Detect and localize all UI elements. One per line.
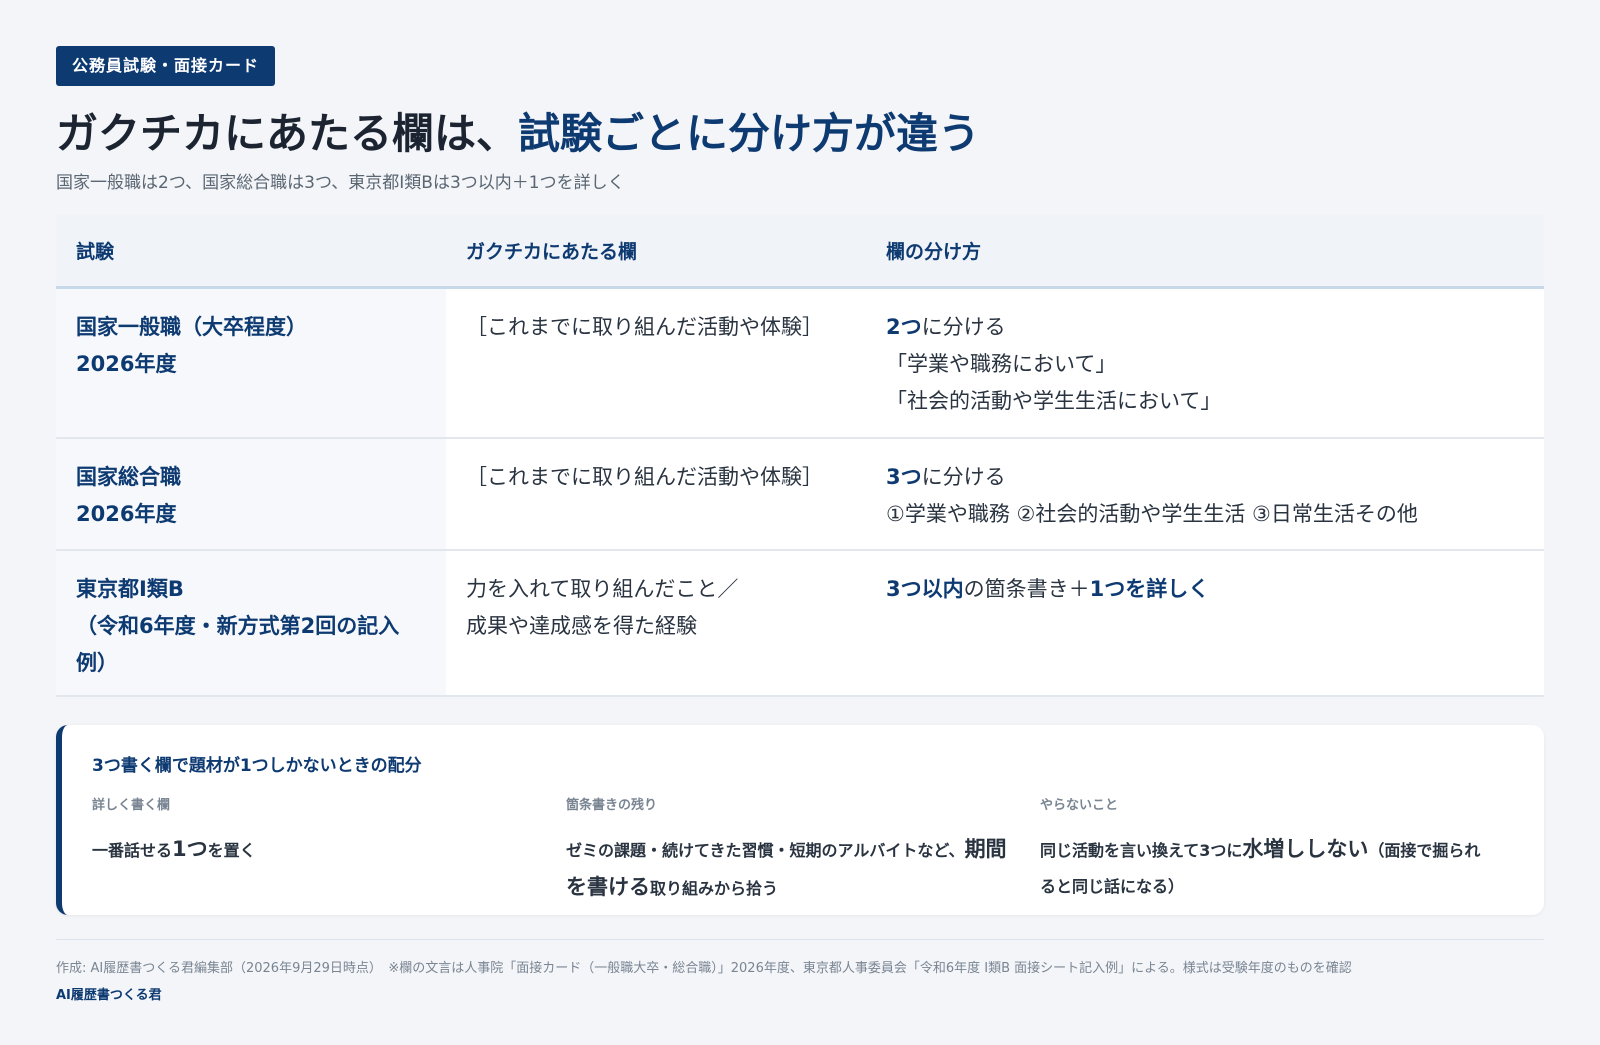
table-row: 国家一般職（大卒程度） 2026年度 ［これまでに取り組んだ活動や体験］ 2つに… <box>56 289 1544 439</box>
split-detail: 1つを詳しく <box>1089 577 1210 601</box>
split-cell: 2つに分ける 「学業や職務において」 「社会的活動や学生生活において」 <box>866 289 1544 437</box>
tip-body: 同じ活動を言い換えて3つに水増ししない（面接で掘られると同じ話になる） <box>1040 831 1494 905</box>
title-part1: ガクチカにあたる欄は、 <box>56 109 519 158</box>
title-highlight: 試験ごとに分け方が違う <box>518 109 981 158</box>
tip-label: 箇条書きの残り <box>566 798 658 813</box>
field-text: 力を入れて取り組んだこと／ <box>466 577 739 601</box>
tip-columns: 詳しく書く欄 一番話せる1つを置く 箇条書きの残り ゼミの課題・続けてきた習慣・… <box>92 794 1514 907</box>
exam-name: 東京都Ⅰ類B <box>76 577 184 601</box>
split-item: ①学業や職務 ②社会的活動や学生生活 ③日常生活その他 <box>886 502 1418 526</box>
field-cell: 力を入れて取り組んだこと／ 成果や達成感を得た経験 <box>446 551 866 695</box>
exam-year: 2026年度 <box>76 502 177 526</box>
category-tag: 公務員試験・面接カード <box>56 46 276 86</box>
tip-text: 一番話せる <box>92 841 173 860</box>
tip-body: ゼミの課題・続けてきた習慣・短期のアルバイトなど、期間を書ける取り組みから拾う <box>566 831 1020 907</box>
exam-cell: 国家一般職（大卒程度） 2026年度 <box>56 289 446 437</box>
tip-text: を置く <box>207 841 256 860</box>
split-count: 3つ <box>886 465 922 489</box>
split-text: に分ける <box>921 315 1006 339</box>
comparison-table: 試験 ガクチカにあたる欄 欄の分け方 国家一般職（大卒程度） 2026年度 ［こ… <box>56 215 1544 697</box>
exam-cell: 東京都Ⅰ類B （令和6年度・新方式第2回の記入例） <box>56 551 446 695</box>
tip-column: やらないこと 同じ活動を言い換えて3つに水増ししない（面接で掘られると同じ話にな… <box>1040 794 1514 907</box>
split-text: の箇条書き＋ <box>963 577 1090 601</box>
table-row: 国家総合職 2026年度 ［これまでに取り組んだ活動や体験］ 3つに分ける ①学… <box>56 439 1544 551</box>
tip-label: やらないこと <box>1040 798 1119 813</box>
field-text: 成果や達成感を得た経験 <box>466 614 697 638</box>
split-item: 「社会的活動や学生生活において」 <box>886 389 1222 413</box>
split-text: に分ける <box>921 465 1006 489</box>
exam-name: 国家総合職 <box>76 465 181 489</box>
tip-text: ゼミの課題・続けてきた習慣・短期のアルバイトなど、 <box>566 841 965 860</box>
header-exam: 試験 <box>76 241 115 263</box>
field-cell: ［これまでに取り組んだ活動や体験］ <box>466 465 823 489</box>
header-field: ガクチカにあたる欄 <box>466 241 638 263</box>
tip-emphasis: 1つ <box>172 837 208 861</box>
tip-body: 一番話せる1つを置く <box>92 831 546 869</box>
exam-year: 2026年度 <box>76 352 177 376</box>
page-subtitle: 国家一般職は2つ、国家総合職は3つ、東京都Ⅰ類Bは3つ以内＋1つを詳しく <box>56 173 625 193</box>
tip-card: 3つ書く欄で題材が1つしかないときの配分 詳しく書く欄 一番話せる1つを置く 箇… <box>56 725 1544 915</box>
header-split: 欄の分け方 <box>886 241 982 263</box>
split-count: 3つ以内 <box>886 577 964 601</box>
footer-divider <box>56 939 1544 940</box>
split-count: 2つ <box>886 315 922 339</box>
exam-note: （令和6年度・新方式第2回の記入例） <box>76 614 400 675</box>
tip-column: 箇条書きの残り ゼミの課題・続けてきた習慣・短期のアルバイトなど、期間を書ける取… <box>566 794 1040 907</box>
table-row: 東京都Ⅰ類B （令和6年度・新方式第2回の記入例） 力を入れて取り組んだこと／ … <box>56 551 1544 697</box>
tip-column: 詳しく書く欄 一番話せる1つを置く <box>92 794 566 907</box>
tip-emphasis: 水増ししない <box>1242 837 1369 861</box>
page-title: ガクチカにあたる欄は、試験ごとに分け方が違う <box>56 100 980 161</box>
field-cell: ［これまでに取り組んだ活動や体験］ <box>466 315 823 339</box>
exam-cell: 国家総合職 2026年度 <box>56 439 446 549</box>
split-cell: 3つ以内の箇条書き＋1つを詳しく <box>866 551 1544 695</box>
tip-text: 取り組みから拾う <box>650 879 779 898</box>
split-cell: 3つに分ける ①学業や職務 ②社会的活動や学生生活 ③日常生活その他 <box>866 439 1544 549</box>
source-footnote: 作成: AI履歴書つくる君編集部（2026年9月29日時点） ※欄の文言は人事院… <box>56 961 1352 976</box>
table-header: 試験 ガクチカにあたる欄 欄の分け方 <box>56 215 1544 289</box>
tip-text: 同じ活動を言い換えて3つに <box>1040 841 1243 860</box>
exam-name: 国家一般職（大卒程度） <box>76 315 307 339</box>
tip-label: 詳しく書く欄 <box>92 798 171 813</box>
brand-name: AI履歴書つくる君 <box>56 988 162 1003</box>
split-item: 「学業や職務において」 <box>886 352 1117 376</box>
tip-title: 3つ書く欄で題材が1つしかないときの配分 <box>92 756 422 776</box>
